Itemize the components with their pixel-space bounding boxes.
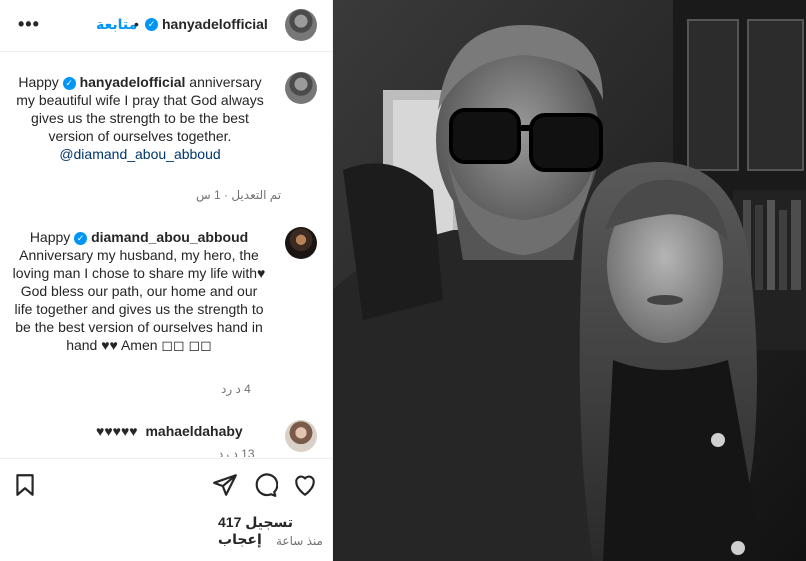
verified-badge-icon: ✓ — [74, 231, 88, 245]
comment-icon[interactable] — [252, 472, 278, 498]
comment-avatar-diamand[interactable] — [285, 227, 317, 259]
comment-3-meta: 13 د رد — [218, 447, 255, 457]
share-icon[interactable] — [212, 472, 238, 498]
separator-dot: • — [134, 16, 139, 32]
comment-2: Happy ✓ diamand_abou_abboud Anniversary … — [10, 228, 268, 354]
verified-badge-icon: ✓ — [62, 76, 76, 90]
comment-2-meta: 4 د رد — [221, 382, 251, 396]
comment-1-username[interactable]: hanyadelofficial — [80, 74, 186, 90]
comment-avatar-hanyadelofficial[interactable] — [285, 72, 317, 104]
more-options-icon[interactable]: ••• — [18, 14, 40, 35]
post-actions: 417 تسجيل إعجاب منذ ساعة — [0, 458, 333, 561]
verified-badge-icon: ✓ — [145, 18, 158, 31]
post-header: ••• متابعة • ✓ hanyadelofficial — [0, 0, 333, 52]
comment-2-text: Anniversary my husband, my hero, the lov… — [12, 247, 266, 353]
comment-2-username[interactable]: diamand_abou_abboud — [91, 229, 248, 245]
comment-1-mention[interactable]: @diamand_abou_abboud — [59, 146, 220, 162]
comment-1-meta: تم التعديل · 1 س — [196, 188, 282, 202]
comment-3-username[interactable]: mahaeldahaby — [145, 423, 242, 439]
photo-illustration — [333, 0, 806, 561]
comment-avatar-mahaeldahaby[interactable] — [285, 420, 317, 452]
author-avatar[interactable] — [285, 9, 317, 41]
follow-button[interactable]: متابعة — [96, 16, 137, 33]
post-author-username[interactable]: hanyadelofficial — [162, 16, 268, 32]
comments-panel: ••• متابعة • ✓ hanyadelofficial Happy ✓ … — [0, 0, 333, 561]
comment-2-lead: Happy — [29, 229, 71, 245]
comments-list: Happy ✓ hanyadelofficial anniversary my … — [0, 53, 333, 457]
comment-3-text: ♥♥♥♥♥ — [96, 423, 138, 439]
post-photo[interactable] — [333, 0, 806, 561]
heart-icon[interactable] — [292, 472, 318, 498]
comment-1-lead: Happy — [18, 74, 59, 90]
post-time: منذ ساعة — [276, 534, 323, 548]
bookmark-icon[interactable] — [12, 472, 38, 498]
comment-3: ♥♥♥♥♥ mahaeldahaby — [96, 422, 268, 440]
comment-1: Happy ✓ hanyadelofficial anniversary my … — [14, 73, 266, 163]
